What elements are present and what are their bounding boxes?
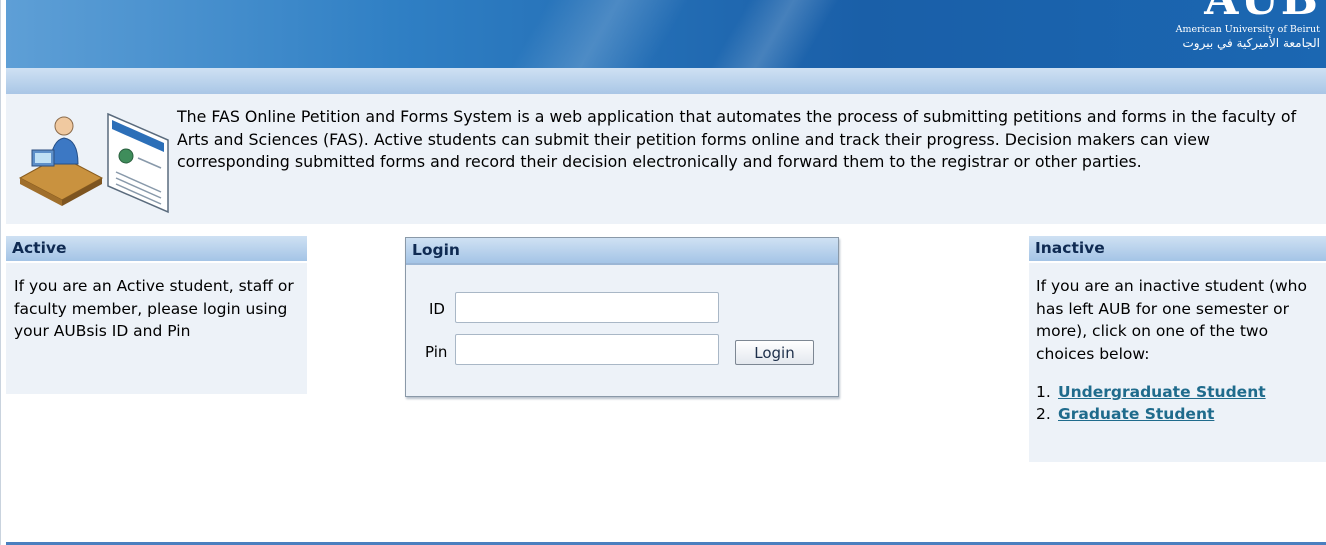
pin-label: Pin bbox=[425, 343, 448, 361]
intro-description: The FAS Online Petition and Forms System… bbox=[177, 107, 1297, 171]
page-frame: AUB American University of Beirut الجامع… bbox=[6, 0, 1326, 545]
page-left-border bbox=[0, 0, 1, 545]
login-panel: Login ID Pin Login bbox=[405, 237, 839, 397]
list-item: 2. Graduate Student bbox=[1036, 403, 1326, 425]
login-button[interactable]: Login bbox=[735, 340, 814, 365]
logo-mark: AUB bbox=[1140, 0, 1320, 22]
choice-number: 1. bbox=[1036, 383, 1051, 401]
logo-english-name: American University of Beirut bbox=[1175, 24, 1320, 35]
inactive-panel: Inactive If you are an inactive student … bbox=[1029, 236, 1326, 462]
banner-decoration bbox=[479, 0, 713, 68]
pin-input[interactable] bbox=[455, 334, 719, 365]
user-at-computer-icon bbox=[18, 112, 169, 214]
active-panel: Active If you are an Active student, sta… bbox=[6, 236, 307, 394]
banner-decoration bbox=[679, 0, 863, 68]
id-input[interactable] bbox=[455, 292, 719, 323]
logo-arabic-name: الجامعة الأميركية في بيروت bbox=[1182, 36, 1320, 50]
list-item: 1. Undergraduate Student bbox=[1036, 381, 1326, 403]
login-panel-title: Login bbox=[406, 238, 838, 265]
aub-logo: AUB American University of Beirut الجامع… bbox=[1140, 0, 1320, 68]
id-label: ID bbox=[429, 300, 445, 318]
active-panel-text: If you are an Active student, staff or f… bbox=[14, 277, 294, 340]
undergraduate-student-link[interactable]: Undergraduate Student bbox=[1058, 383, 1266, 401]
inactive-panel-title: Inactive bbox=[1029, 236, 1326, 263]
header-subbar bbox=[6, 68, 1326, 94]
active-panel-title: Active bbox=[6, 236, 307, 263]
choice-number: 2. bbox=[1036, 405, 1051, 423]
inactive-choices-list: 1. Undergraduate Student 2. Graduate Stude… bbox=[1036, 381, 1326, 425]
graduate-student-link[interactable]: Graduate Student bbox=[1058, 405, 1214, 423]
inactive-panel-text: If you are an inactive student (who has … bbox=[1036, 277, 1307, 363]
header-banner: AUB American University of Beirut الجامع… bbox=[6, 0, 1326, 68]
intro-section: The FAS Online Petition and Forms System… bbox=[6, 94, 1326, 224]
inactive-panel-content: If you are an inactive student (who has … bbox=[1029, 263, 1326, 425]
